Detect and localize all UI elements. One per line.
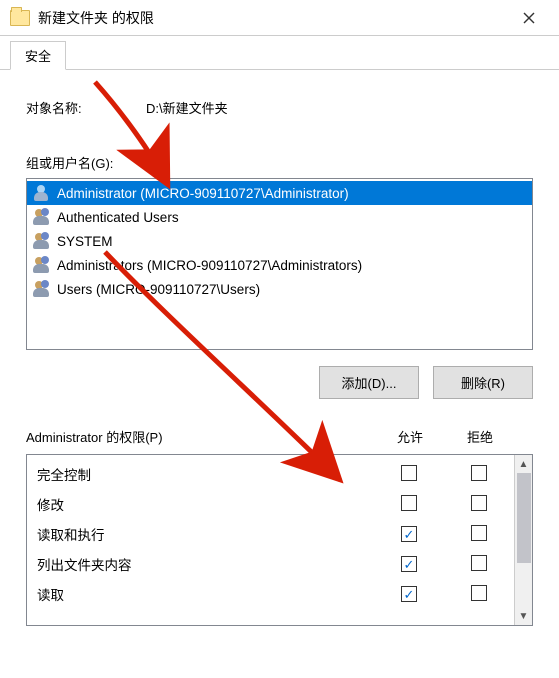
tab-content: 对象名称: D:\新建文件夹 组或用户名(G): Administrator (…	[0, 70, 559, 636]
folder-icon	[10, 10, 30, 26]
add-button[interactable]: 添加(D)...	[319, 366, 419, 399]
permission-deny-checkbox[interactable]	[471, 555, 487, 571]
permission-allow-checkbox[interactable]: ✓	[401, 556, 417, 572]
list-item-label: Users (MICRO-909110727\Users)	[57, 282, 260, 297]
permission-name: 修改	[37, 494, 374, 514]
window-close-button[interactable]	[509, 3, 549, 33]
list-item-label: Administrator (MICRO-909110727\Administr…	[57, 186, 349, 201]
permissions-label: Administrator 的权限(P)	[26, 427, 163, 446]
object-name-label: 对象名称:	[26, 98, 146, 117]
list-item[interactable]: Authenticated Users	[27, 205, 532, 229]
permissions-allow-header: 允许	[375, 427, 445, 446]
remove-button[interactable]: 删除(R)	[433, 366, 533, 399]
permission-name: 列出文件夹内容	[37, 554, 374, 574]
permission-row: 读取和执行 ✓	[27, 519, 514, 549]
window-titlebar: 新建文件夹 的权限	[0, 0, 559, 36]
permission-allow-checkbox[interactable]: ✓	[401, 586, 417, 602]
group-icon	[33, 232, 51, 250]
permission-name: 读取	[37, 584, 374, 604]
list-item[interactable]: Administrator (MICRO-909110727\Administr…	[27, 181, 532, 205]
permission-allow-checkbox[interactable]	[401, 465, 417, 481]
object-name-value: D:\新建文件夹	[146, 98, 228, 117]
list-item-label: SYSTEM	[57, 234, 113, 249]
group-icon	[33, 256, 51, 274]
permission-deny-checkbox[interactable]	[471, 465, 487, 481]
user-icon	[33, 184, 51, 202]
scroll-down-button[interactable]: ▼	[515, 607, 532, 625]
permission-deny-checkbox[interactable]	[471, 585, 487, 601]
window-title: 新建文件夹 的权限	[38, 8, 154, 28]
permission-allow-checkbox[interactable]	[401, 495, 417, 511]
permission-name: 读取和执行	[37, 524, 374, 544]
permission-deny-checkbox[interactable]	[471, 495, 487, 511]
list-item[interactable]: Users (MICRO-909110727\Users)	[27, 277, 532, 301]
tab-strip: 安全	[0, 40, 559, 70]
permission-row: 修改	[27, 489, 514, 519]
scroll-thumb[interactable]	[517, 473, 531, 563]
list-item[interactable]: SYSTEM	[27, 229, 532, 253]
groups-users-listbox[interactable]: Administrator (MICRO-909110727\Administr…	[26, 178, 533, 350]
groups-label: 组或用户名(G):	[26, 153, 533, 172]
scroll-up-button[interactable]: ▲	[515, 455, 532, 473]
group-icon	[33, 280, 51, 298]
permission-row	[27, 609, 514, 621]
permission-row: 读取 ✓	[27, 579, 514, 609]
permission-name: 完全控制	[37, 464, 374, 484]
permissions-deny-header: 拒绝	[445, 427, 515, 446]
group-icon	[33, 208, 51, 226]
list-item-label: Authenticated Users	[57, 210, 179, 225]
permissions-scrollbar[interactable]: ▲ ▼	[514, 455, 532, 625]
permission-allow-checkbox[interactable]: ✓	[401, 526, 417, 542]
permission-row: 列出文件夹内容 ✓	[27, 549, 514, 579]
permission-deny-checkbox[interactable]	[471, 525, 487, 541]
tab-security[interactable]: 安全	[10, 41, 66, 70]
object-name-row: 对象名称: D:\新建文件夹	[26, 98, 533, 117]
close-icon	[523, 12, 535, 24]
list-item-label: Administrators (MICRO-909110727\Administ…	[57, 258, 362, 273]
permission-row: 完全控制	[27, 459, 514, 489]
permissions-listbox: 完全控制修改读取和执行 ✓ 列出文件夹内容 ✓ 读取 ✓ ▲ ▼	[26, 454, 533, 626]
list-item[interactable]: Administrators (MICRO-909110727\Administ…	[27, 253, 532, 277]
